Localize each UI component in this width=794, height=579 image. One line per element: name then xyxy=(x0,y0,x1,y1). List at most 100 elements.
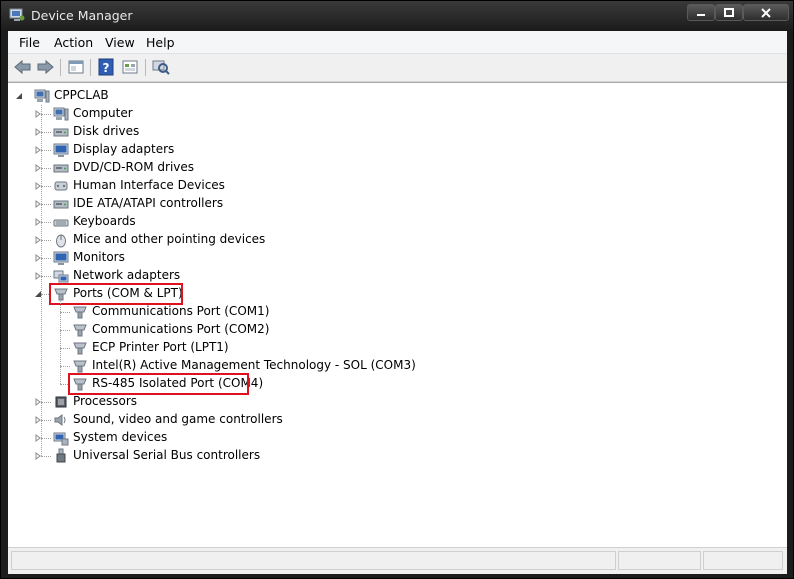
tree-connector-line xyxy=(41,276,51,277)
minimize-icon xyxy=(697,13,705,16)
close-button[interactable] xyxy=(743,4,789,21)
tree-connector-line xyxy=(60,312,70,313)
tree-connector-line xyxy=(41,420,51,421)
root-computer-icon xyxy=(34,89,50,103)
tree-node-label: Computer xyxy=(73,106,133,120)
tree-node-port[interactable]: ECP Printer Port (LPT1) xyxy=(8,339,768,357)
tree-node-label: Human Interface Devices xyxy=(73,178,225,192)
device-manager-window: Device Manager File Action View Help ? C… xyxy=(0,0,794,579)
tree-node-category[interactable]: Sound, video and game controllers xyxy=(8,411,768,429)
status-cell xyxy=(703,551,783,570)
tree-node-label: Network adapters xyxy=(73,268,181,282)
display-adapter-icon xyxy=(53,143,69,157)
tree-node-label: Processors xyxy=(73,394,138,408)
dvd-drive-icon xyxy=(53,164,69,173)
tree-node-category[interactable]: System devices xyxy=(8,429,768,447)
tree-node-category[interactable]: Monitors xyxy=(8,249,768,267)
tree-connector-line xyxy=(41,204,51,205)
tree-connector-line xyxy=(41,240,51,241)
maximize-icon xyxy=(724,7,734,17)
device-tree[interactable]: CPPCLAB Computer Disk drives Display adapte… xyxy=(8,82,787,547)
client-area: File Action View Help ? CPPCLAB Computer… xyxy=(8,31,787,574)
device-manager-icon xyxy=(9,8,25,21)
port-icon xyxy=(73,324,87,337)
tree-node-category[interactable]: Universal Serial Bus controllers xyxy=(8,447,768,465)
tree-connector-line xyxy=(41,132,51,133)
tree-connector-line xyxy=(41,222,51,223)
forward-icon[interactable] xyxy=(35,58,55,76)
tree-connector-line xyxy=(41,186,51,187)
keyboard-icon xyxy=(53,219,69,227)
window-title: Device Manager xyxy=(31,8,133,23)
tree-node-category[interactable]: Disk drives xyxy=(8,123,768,141)
tree-node-port[interactable]: Communications Port (COM1) xyxy=(8,303,768,321)
menu-view[interactable]: View xyxy=(105,35,135,50)
port-icon xyxy=(73,360,87,373)
toolbar-separator xyxy=(60,59,61,76)
sound-icon xyxy=(54,414,66,426)
tree-node-label: Mice and other pointing devices xyxy=(73,232,266,246)
tree-node-category[interactable]: Display adapters xyxy=(8,141,768,159)
expanded-arrow-icon[interactable] xyxy=(15,92,23,100)
menu-bar: File Action View Help xyxy=(8,31,787,54)
mouse-icon xyxy=(56,234,66,248)
close-icon xyxy=(761,7,771,18)
highlight-box xyxy=(68,373,249,395)
menu-file[interactable]: File xyxy=(19,35,40,50)
tree-connector-line xyxy=(41,150,51,151)
toolbar-separator xyxy=(90,59,91,76)
tree-node-label: ECP Printer Port (LPT1) xyxy=(92,340,229,354)
tree-node-category[interactable]: Keyboards xyxy=(8,213,768,231)
port-icon xyxy=(73,342,87,355)
tree-connector-line xyxy=(41,456,51,457)
system-device-icon xyxy=(53,432,69,446)
hid-icon xyxy=(54,181,68,191)
toolbar-separator xyxy=(145,59,146,76)
tree-connector-line xyxy=(41,402,51,403)
highlight-box xyxy=(49,283,183,305)
tree-node-category[interactable]: IDE ATA/ATAPI controllers xyxy=(8,195,768,213)
scan-hardware-icon[interactable] xyxy=(151,58,171,76)
tree-connector-line xyxy=(60,348,70,349)
ide-controller-icon xyxy=(53,200,69,209)
tree-node-category[interactable]: Processors xyxy=(8,393,768,411)
tree-node-label: Universal Serial Bus controllers xyxy=(73,448,261,462)
minimize-button[interactable] xyxy=(687,4,715,21)
tree-node-label: Sound, video and game controllers xyxy=(73,412,283,426)
status-cell xyxy=(618,551,701,570)
monitor-icon xyxy=(53,251,69,265)
tree-connector-line xyxy=(41,258,51,259)
tree-connector-line xyxy=(60,330,70,331)
usb-icon xyxy=(56,448,66,463)
properties-icon[interactable] xyxy=(66,58,86,76)
tree-connector-line xyxy=(41,168,51,169)
tree-node-category[interactable]: Human Interface Devices xyxy=(8,177,768,195)
title-bar[interactable]: Device Manager xyxy=(1,1,793,31)
tree-node-category[interactable]: DVD/CD-ROM drives xyxy=(8,159,768,177)
help-icon[interactable]: ? xyxy=(96,58,116,76)
tree-node-label: Disk drives xyxy=(73,124,140,138)
back-icon[interactable] xyxy=(13,58,33,76)
tree-root[interactable]: CPPCLAB xyxy=(8,87,768,105)
tree-connector-line xyxy=(41,114,51,115)
maximize-button[interactable] xyxy=(715,4,743,21)
tree-node-label: Display adapters xyxy=(73,142,175,156)
update-driver-icon[interactable] xyxy=(120,58,140,76)
tree-node-category[interactable]: Mice and other pointing devices xyxy=(8,231,768,249)
menu-action[interactable]: Action xyxy=(54,35,93,50)
tree-node-label: Keyboards xyxy=(73,214,136,228)
tree-node-label: DVD/CD-ROM drives xyxy=(73,160,195,174)
tree-node-port[interactable]: Communications Port (COM2) xyxy=(8,321,768,339)
tree-node-label: IDE ATA/ATAPI controllers xyxy=(73,196,224,210)
network-adapter-icon xyxy=(53,270,69,283)
toolbar: ? xyxy=(8,54,787,82)
tree-node-label: CPPCLAB xyxy=(54,88,109,102)
menu-help[interactable]: Help xyxy=(146,35,175,50)
tree-connector-line xyxy=(60,366,70,367)
status-cell xyxy=(11,551,616,570)
tree-node-label: Monitors xyxy=(73,250,125,264)
status-bar xyxy=(8,547,787,574)
tree-node-category[interactable]: Computer xyxy=(8,105,768,123)
disk-drive-icon xyxy=(53,128,69,137)
tree-node-label: System devices xyxy=(73,430,168,444)
